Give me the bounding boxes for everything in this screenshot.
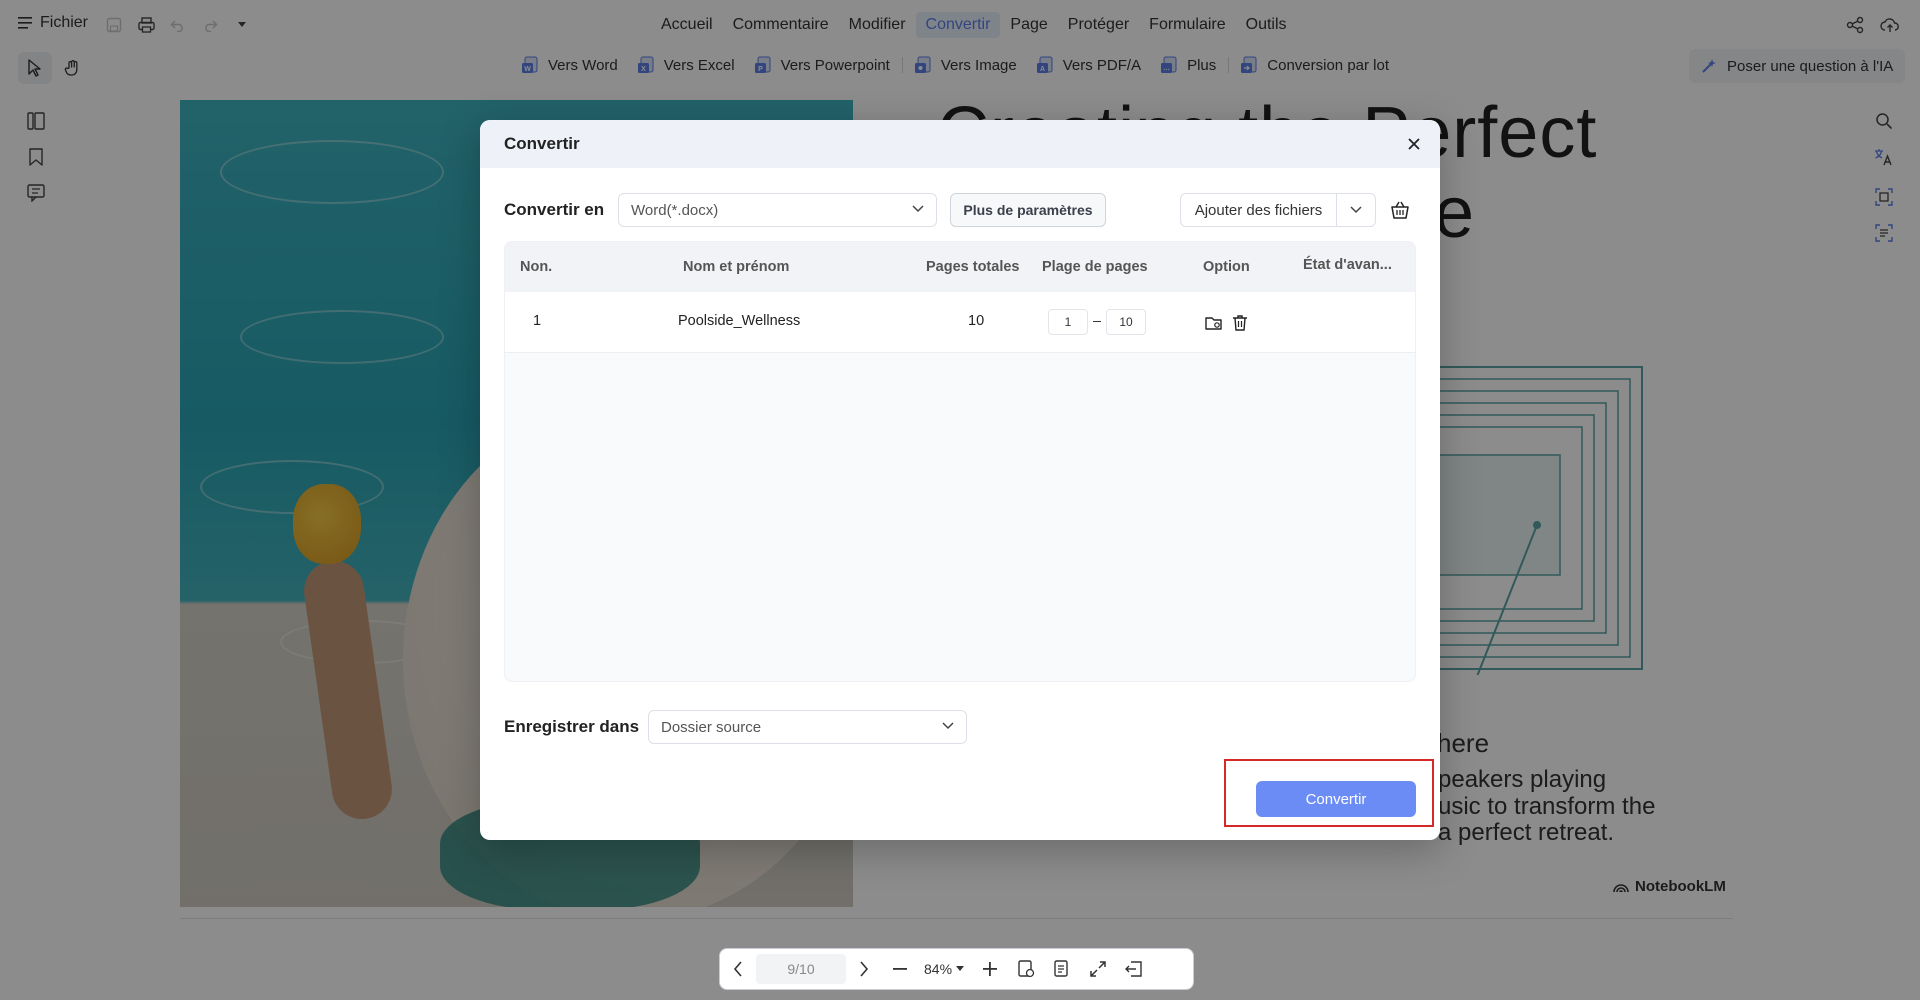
row-no: 1 [533,313,542,329]
col-total-pages: Pages totales [926,259,1020,275]
chevron-down-icon [942,722,954,730]
chevron-right-icon [860,961,869,977]
page-navigation-bar: 9/10 84% [719,948,1194,990]
table-row: 1 Poolside_Wellness 10 1 10 [505,292,1415,353]
zoom-in-button[interactable] [972,950,1008,988]
minus-icon [893,968,907,970]
add-files-split-button: Ajouter des fichiers [1180,193,1376,227]
output-format-value: Word(*.docx) [631,201,719,219]
add-files-button[interactable]: Ajouter des fichiers [1181,194,1337,226]
dialog-header: Convertir [480,120,1440,168]
zoom-dropdown-icon[interactable] [956,966,965,972]
row-name: Poolside_Wellness [678,313,801,329]
zoom-out-button[interactable] [882,950,918,988]
convert-dialog: Convertir Convertir en Word(*.docx) Plus… [480,120,1440,840]
chevron-down-icon [912,205,924,213]
row-total-pages: 10 [968,313,985,329]
plus-icon [983,962,998,976]
col-option: Option [1203,259,1250,275]
table-header: Non. Nom et prénom Pages totales Plage d… [505,242,1415,292]
col-no: Non. [520,259,553,275]
basket-clear-icon [1391,201,1409,219]
fit-width-button[interactable] [1044,950,1080,988]
page-number-input[interactable]: 9/10 [756,954,846,984]
convert-to-label: Convertir en [504,200,605,219]
files-table: Non. Nom et prénom Pages totales Plage d… [504,241,1416,682]
output-format-select[interactable]: Word(*.docx) [618,193,937,227]
dialog-title: Convertir [504,134,580,153]
range-to-input[interactable]: 10 [1106,309,1146,335]
fit-width-icon [1054,960,1068,977]
save-in-label: Enregistrer dans [504,717,640,736]
next-page-button[interactable] [846,950,882,988]
close-dialog-button[interactable] [1404,134,1424,154]
save-location-value: Dossier source [661,718,762,736]
range-from-input[interactable]: 1 [1048,309,1088,335]
zoom-level[interactable]: 84% [918,961,956,977]
more-settings-button[interactable]: Plus de paramètres [950,193,1106,227]
open-folder-button[interactable] [1205,314,1223,332]
add-files-dropdown[interactable] [1337,194,1375,226]
exit-view-button[interactable] [1116,950,1152,988]
chevron-down-icon [1350,206,1362,214]
remove-file-button[interactable] [1232,314,1250,332]
clear-all-button[interactable] [1390,200,1410,220]
trash-icon [1233,315,1247,331]
fullscreen-button[interactable] [1080,950,1116,988]
col-progress: État d'avan... [1303,257,1392,273]
highlight-box [1224,759,1434,827]
expand-icon [1090,961,1106,977]
close-icon [1408,138,1420,150]
fit-page-button[interactable] [1008,950,1044,988]
fit-page-icon [1018,960,1035,978]
col-page-range: Plage de pages [1042,259,1148,275]
previous-page-button[interactable] [720,950,756,988]
range-separator [1093,321,1101,322]
chevron-left-icon [733,961,742,977]
exit-icon [1125,961,1142,977]
col-name: Nom et prénom [683,259,790,275]
save-location-select[interactable]: Dossier source [648,710,967,744]
folder-settings-icon [1205,317,1222,330]
